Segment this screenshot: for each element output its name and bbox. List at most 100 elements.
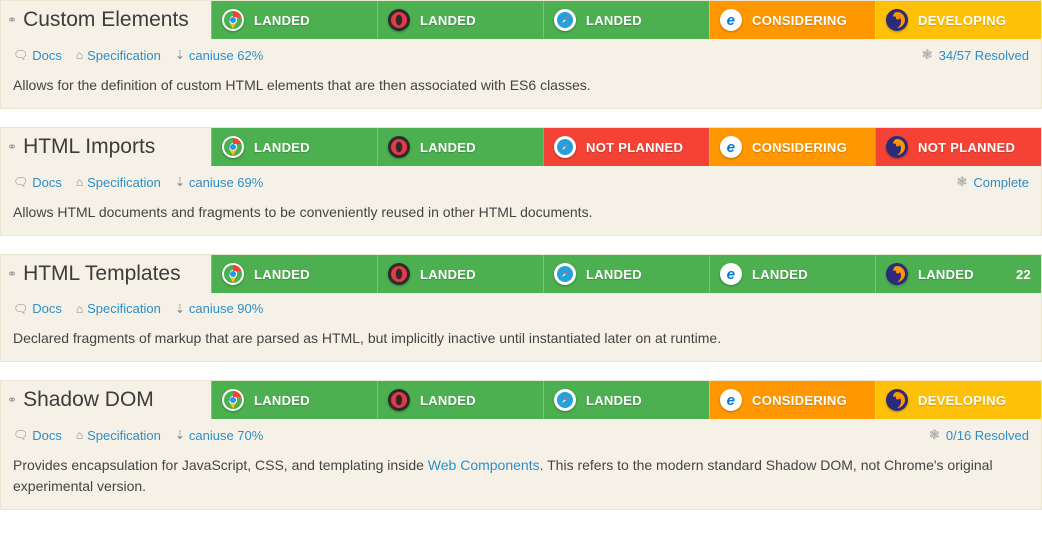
feature-title: HTML Templates (23, 262, 181, 286)
resolved-link[interactable]: ❃ 34/57 Resolved (922, 47, 1029, 63)
docs-link[interactable]: 🗨Docs (13, 175, 62, 190)
docs-link[interactable]: 🗨Docs (13, 428, 62, 443)
inline-link[interactable]: Web Components (428, 457, 540, 473)
spec-icon: ⌂ (76, 175, 83, 189)
flag-icon: ❃ (956, 174, 967, 190)
status-cell-opera[interactable]: LANDED (377, 1, 543, 39)
feature-description: Allows HTML documents and fragments to b… (1, 198, 1041, 235)
feature-title-wrap: ⚭ HTML Templates (1, 255, 211, 293)
meta-left: 🗨Docs ⌂ Specification ⇣caniuse 69% (13, 175, 263, 190)
desc-text: Provides encapsulation for JavaScript, C… (13, 457, 428, 473)
status-cell-firefox[interactable]: DEVELOPING (875, 381, 1041, 419)
feature-title: HTML Imports (23, 135, 155, 159)
status-cell-opera[interactable]: LANDED (377, 381, 543, 419)
spec-link[interactable]: ⌂ Specification (76, 175, 161, 190)
feature-title-wrap: ⚭ Shadow DOM (1, 381, 211, 419)
meta-row: 🗨Docs ⌂Specification ⇣caniuse 70% ❃0/16 Res… (1, 419, 1041, 451)
anchor-icon[interactable]: ⚭ (7, 140, 17, 154)
status-cell-safari[interactable]: LANDED (543, 1, 709, 39)
desc-text: Allows HTML documents and fragments to b… (13, 204, 592, 220)
caniuse-link[interactable]: ⇣caniuse 70% (175, 428, 264, 443)
resolved-label: 34/57 Resolved (939, 48, 1029, 63)
firefox-icon (886, 9, 908, 31)
resolved-link[interactable]: ❃ Complete (956, 174, 1029, 190)
firefox-icon (886, 263, 908, 285)
meta-left: 🗨 Docs ⌂Specification ⇣caniuse 90% (13, 301, 263, 316)
spec-link[interactable]: ⌂Specification (76, 48, 161, 63)
status-cell-chrome[interactable]: LANDED (211, 128, 377, 166)
anchor-icon[interactable]: ⚭ (7, 393, 17, 407)
spec-icon: ⌂ (76, 428, 83, 442)
flag-icon: ❃ (922, 47, 933, 63)
link-label: Specification (87, 175, 161, 190)
docs-icon: 🗨 (13, 428, 28, 442)
feature-card: ⚭Shadow DOMLANDEDLANDEDLANDEDeCONSIDERIN… (0, 380, 1042, 510)
feature-title-wrap: ⚭ Custom Elements (1, 1, 211, 39)
feature-header: ⚭HTML ImportsLANDEDLANDEDNOT PLANNEDeCON… (1, 128, 1041, 166)
anchor-icon[interactable]: ⚭ (7, 267, 17, 281)
status-cell-firefox[interactable]: LANDED22 (875, 255, 1041, 293)
status-row: LANDEDLANDEDNOT PLANNEDeCONSIDERINGNOT P… (211, 128, 1041, 166)
status-label: CONSIDERING (752, 393, 847, 408)
resolved-label: Complete (973, 175, 1029, 190)
edge-icon: e (720, 136, 742, 158)
meta-row: 🗨 Docs ⌂Specification ⇣caniuse 62% ❃ 34/57 Re… (1, 39, 1041, 71)
spec-link[interactable]: ⌂Specification (76, 428, 161, 443)
status-cell-chrome[interactable]: LANDED (211, 255, 377, 293)
anchor-icon[interactable]: ⚭ (7, 13, 17, 27)
feature-description: Provides encapsulation for JavaScript, C… (1, 451, 1041, 509)
status-row: LANDEDLANDEDLANDEDeCONSIDERINGDEVELOPING (211, 381, 1041, 419)
status-label: LANDED (254, 267, 310, 282)
feature-card: ⚭ HTML Templates LANDED LANDED LANDED e LANDED… (0, 254, 1042, 362)
status-label: LANDED (420, 393, 476, 408)
feature-description: Allows for the definition of custom HTML… (1, 71, 1041, 108)
chrome-icon (222, 136, 244, 158)
status-cell-safari[interactable]: LANDED (543, 381, 709, 419)
caniuse-icon: ⇣ (175, 428, 185, 442)
docs-link[interactable]: 🗨 Docs (13, 48, 62, 63)
opera-icon (388, 9, 410, 31)
docs-icon: 🗨 (13, 48, 28, 62)
status-cell-opera[interactable]: LANDED (377, 128, 543, 166)
meta-row: 🗨Docs ⌂ Specification ⇣caniuse 69% ❃ Complete (1, 166, 1041, 198)
feature-title: Custom Elements (23, 8, 189, 32)
status-label: NOT PLANNED (586, 140, 683, 155)
status-cell-chrome[interactable]: LANDED (211, 1, 377, 39)
flag-icon: ❃ (929, 427, 940, 443)
caniuse-link[interactable]: ⇣caniuse 90% (175, 301, 264, 316)
status-label: LANDED (254, 140, 310, 155)
status-cell-edge[interactable]: eCONSIDERING (709, 381, 875, 419)
status-cell-firefox[interactable]: DEVELOPING (875, 1, 1041, 39)
feature-title: Shadow DOM (23, 388, 154, 412)
docs-icon: 🗨 (13, 302, 28, 316)
status-cell-safari[interactable]: NOT PLANNED (543, 128, 709, 166)
link-label: Docs (32, 301, 62, 316)
status-label: LANDED (254, 393, 310, 408)
chrome-icon (222, 263, 244, 285)
firefox-icon (886, 389, 908, 411)
chrome-icon (222, 389, 244, 411)
status-cell-firefox[interactable]: NOT PLANNED (875, 128, 1041, 166)
status-cell-chrome[interactable]: LANDED (211, 381, 377, 419)
status-label: LANDED (586, 267, 642, 282)
status-cell-edge[interactable]: eCONSIDERING (709, 128, 875, 166)
status-cell-edge[interactable]: e LANDED (709, 255, 875, 293)
docs-link[interactable]: 🗨 Docs (13, 301, 62, 316)
spec-icon: ⌂ (76, 48, 83, 62)
status-cell-edge[interactable]: eCONSIDERING (709, 1, 875, 39)
caniuse-link[interactable]: ⇣caniuse 62% (175, 48, 264, 63)
resolved-link[interactable]: ❃0/16 Resolved (929, 427, 1029, 443)
spec-link[interactable]: ⌂Specification (76, 301, 161, 316)
status-label: LANDED (420, 13, 476, 28)
status-cell-opera[interactable]: LANDED (377, 255, 543, 293)
docs-icon: 🗨 (13, 175, 28, 189)
status-label: LANDED (752, 267, 808, 282)
link-label: Specification (87, 301, 161, 316)
link-label: caniuse 69% (189, 175, 263, 190)
link-label: Docs (32, 48, 62, 63)
caniuse-link[interactable]: ⇣caniuse 69% (175, 175, 264, 190)
edge-icon: e (720, 263, 742, 285)
status-cell-safari[interactable]: LANDED (543, 255, 709, 293)
status-label: DEVELOPING (918, 393, 1006, 408)
desc-text: Allows for the definition of custom HTML… (13, 77, 591, 93)
